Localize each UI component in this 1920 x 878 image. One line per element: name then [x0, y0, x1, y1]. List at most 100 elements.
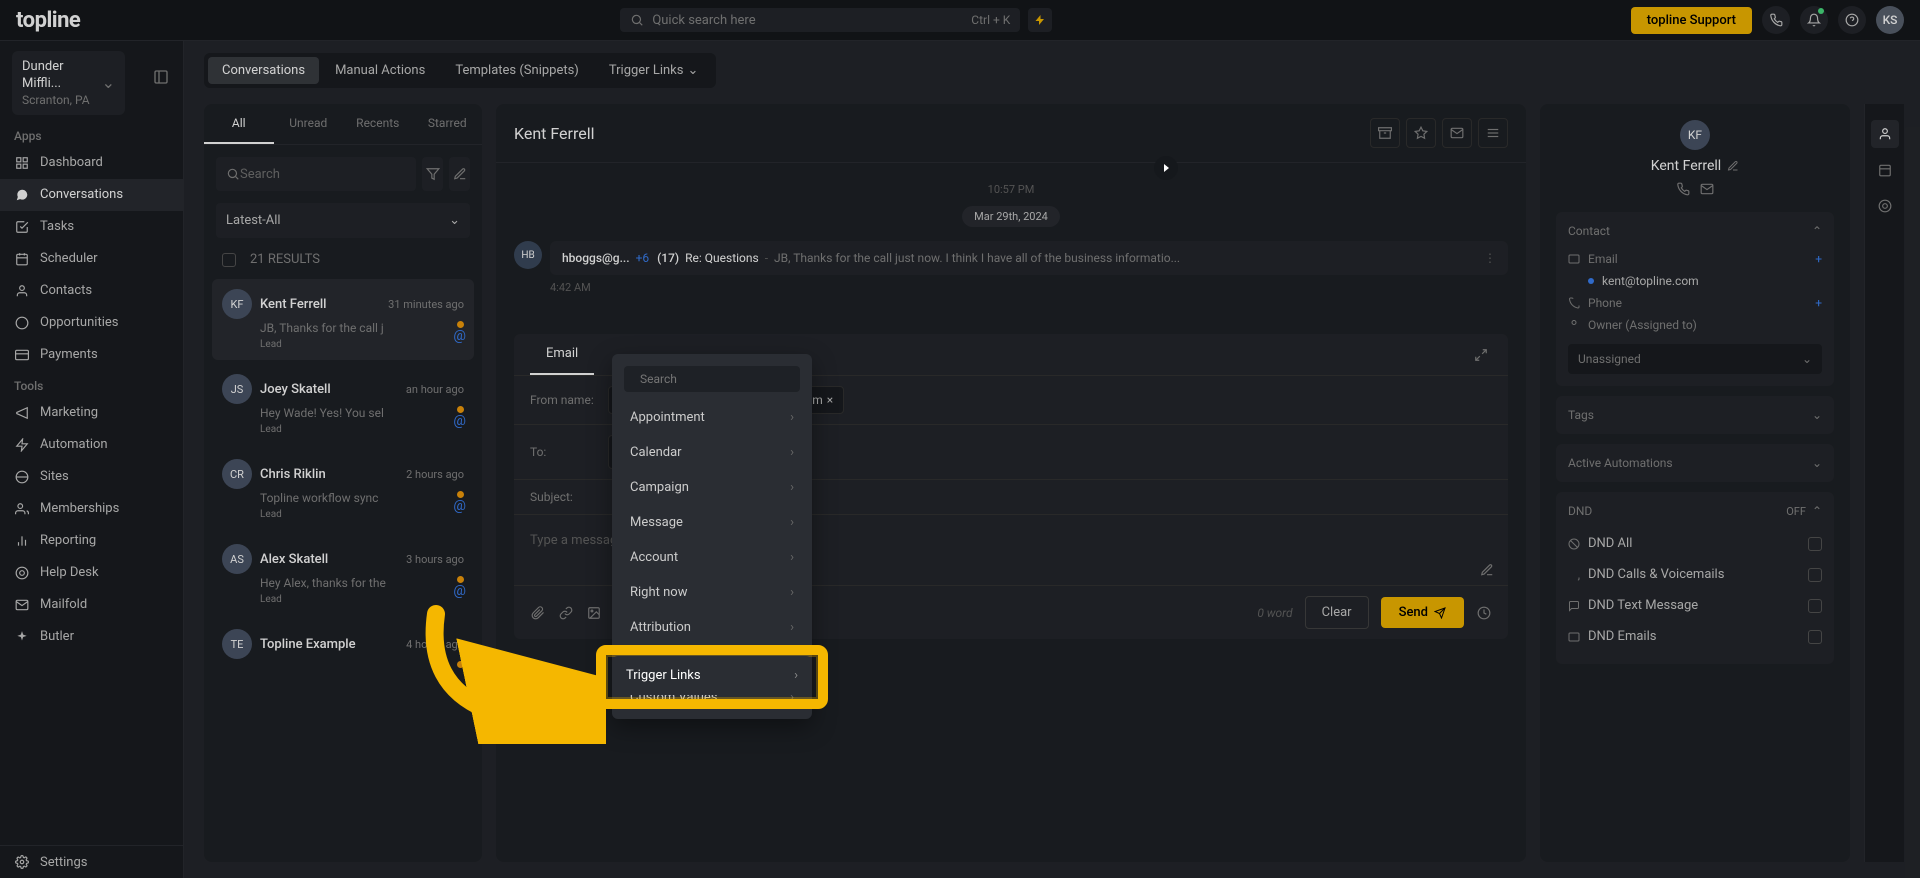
- nav-label: Mailfold: [40, 597, 87, 612]
- help-button[interactable]: [1838, 6, 1866, 34]
- mail-button[interactable]: [1442, 118, 1472, 148]
- send-button[interactable]: Send: [1381, 597, 1464, 628]
- phone-button[interactable]: [1762, 6, 1790, 34]
- conv-search[interactable]: [216, 157, 416, 191]
- close-icon[interactable]: ×: [827, 393, 833, 407]
- nav-marketing[interactable]: Marketing: [0, 397, 183, 429]
- user-avatar[interactable]: KS: [1876, 6, 1904, 34]
- add-email[interactable]: +: [1815, 252, 1822, 266]
- schedule-button[interactable]: [1476, 605, 1492, 621]
- dropdown-search-input[interactable]: [640, 372, 796, 386]
- msg-subject: Re: Questions: [685, 251, 759, 265]
- conv-item[interactable]: KFKent Ferrell31 minutes ago JB, Thanks …: [212, 279, 474, 360]
- nav-settings[interactable]: Settings: [0, 845, 183, 878]
- nav-tasks[interactable]: Tasks: [0, 211, 183, 243]
- mail-icon[interactable]: [1700, 182, 1714, 196]
- dd-attribution[interactable]: Attribution›: [616, 610, 808, 645]
- nav-scheduler[interactable]: Scheduler: [0, 243, 183, 275]
- dd-calendar[interactable]: Calendar›: [616, 435, 808, 470]
- tab-templates[interactable]: Templates (Snippets): [441, 57, 593, 84]
- conv-item[interactable]: TETopline Example4 hours ago: [212, 619, 474, 669]
- tab-conversations[interactable]: Conversations: [208, 57, 319, 84]
- dnd-checkbox[interactable]: [1808, 568, 1822, 582]
- section-tags-header[interactable]: Tags⌄: [1568, 408, 1822, 422]
- clear-button[interactable]: Clear: [1305, 596, 1369, 629]
- nav-sites[interactable]: Sites: [0, 461, 183, 493]
- nav-butler[interactable]: Butler: [0, 621, 183, 653]
- conv-item[interactable]: ASAlex Skatell3 hours ago Hey Alex, than…: [212, 534, 474, 615]
- rail-target[interactable]: [1871, 192, 1899, 220]
- to-label: To:: [530, 445, 600, 459]
- image-button[interactable]: [586, 605, 602, 621]
- nav-label: Marketing: [40, 405, 98, 420]
- select-all-checkbox[interactable]: [222, 253, 236, 267]
- nav-mailfold[interactable]: Mailfold: [0, 589, 183, 621]
- composer-tab-email[interactable]: Email: [530, 334, 594, 375]
- avatar: HB: [514, 241, 542, 269]
- section-dnd-header[interactable]: DNDOFF⌃: [1568, 504, 1822, 518]
- sort-select[interactable]: Latest-All ⌄: [216, 203, 470, 238]
- nav-memberships[interactable]: Memberships: [0, 493, 183, 525]
- dd-campaign[interactable]: Campaign›: [616, 470, 808, 505]
- at-icon: @: [453, 583, 466, 599]
- nav-dashboard[interactable]: Dashboard: [0, 147, 183, 179]
- conv-search-input[interactable]: [240, 167, 406, 182]
- dd-appointment[interactable]: Appointment›: [616, 400, 808, 435]
- owner-label: Owner (Assigned to): [1588, 318, 1697, 332]
- nav-automation[interactable]: Automation: [0, 429, 183, 461]
- add-phone[interactable]: +: [1815, 296, 1822, 310]
- msg-menu[interactable]: ⋮: [1484, 251, 1496, 265]
- pencil-icon: [453, 167, 467, 181]
- section-contact-header[interactable]: Contact⌃: [1568, 224, 1822, 238]
- notifications-button[interactable]: [1800, 6, 1828, 34]
- panel-toggle[interactable]: [149, 65, 173, 89]
- dnd-checkbox[interactable]: [1808, 599, 1822, 613]
- chevron-right-icon: ›: [790, 585, 794, 600]
- nav-opportunities[interactable]: Opportunities: [0, 307, 183, 339]
- dd-message[interactable]: Message›: [616, 505, 808, 540]
- tab-manual-actions[interactable]: Manual Actions: [321, 57, 439, 84]
- dd-trigger-links[interactable]: Trigger Links›: [612, 656, 812, 695]
- conv-tag: Lead: [260, 339, 464, 350]
- archive-button[interactable]: [1370, 118, 1400, 148]
- nav-payments[interactable]: Payments: [0, 339, 183, 371]
- phone-icon[interactable]: [1676, 182, 1690, 196]
- message-row[interactable]: HB hboggs@g... +6 (17) Re: Questions - J…: [514, 241, 1508, 275]
- conv-item[interactable]: CRChris Riklin2 hours ago Topline workfl…: [212, 449, 474, 530]
- edit-body-button[interactable]: [1480, 563, 1494, 577]
- next-button[interactable]: [1154, 156, 1178, 180]
- dd-account[interactable]: Account›: [616, 540, 808, 575]
- rail-contact[interactable]: [1871, 120, 1899, 148]
- dnd-checkbox[interactable]: [1808, 630, 1822, 644]
- section-automations-header[interactable]: Active Automations⌄: [1568, 456, 1822, 470]
- nav-conversations[interactable]: Conversations: [0, 179, 183, 211]
- pencil-icon[interactable]: [1727, 160, 1739, 172]
- global-search[interactable]: Quick search here Ctrl + K: [620, 8, 1020, 32]
- rail-calendar[interactable]: [1871, 156, 1899, 184]
- send-icon: [1434, 607, 1446, 619]
- dnd-checkbox[interactable]: [1808, 537, 1822, 551]
- expand-button[interactable]: [1470, 344, 1492, 366]
- conv-tab-recents[interactable]: Recents: [343, 104, 413, 144]
- nav-reporting[interactable]: Reporting: [0, 525, 183, 557]
- owner-select[interactable]: Unassigned⌄: [1568, 344, 1822, 374]
- star-button[interactable]: [1406, 118, 1436, 148]
- conv-tab-starred[interactable]: Starred: [413, 104, 483, 144]
- support-button[interactable]: topline Support: [1631, 7, 1752, 34]
- nav-contacts[interactable]: Contacts: [0, 275, 183, 307]
- dd-right-now[interactable]: Right now›: [616, 575, 808, 610]
- attach-button[interactable]: [530, 605, 546, 621]
- nav-helpdesk[interactable]: Help Desk: [0, 557, 183, 589]
- conv-tab-unread[interactable]: Unread: [274, 104, 344, 144]
- filter-button[interactable]: [422, 157, 443, 191]
- conv-tag: Lead: [260, 594, 464, 605]
- org-selector[interactable]: Dunder Miffli... Scranton, PA ⌄: [12, 51, 125, 115]
- more-button[interactable]: [1478, 118, 1508, 148]
- dropdown-search[interactable]: [624, 366, 800, 392]
- tab-trigger-links[interactable]: Trigger Links ⌄: [595, 57, 713, 84]
- link-button[interactable]: [558, 605, 574, 621]
- conv-item[interactable]: JSJoey Skatellan hour ago Hey Wade! Yes!…: [212, 364, 474, 445]
- conv-tab-all[interactable]: All: [204, 104, 274, 144]
- bolt-button[interactable]: [1028, 8, 1052, 32]
- compose-button[interactable]: [449, 157, 470, 191]
